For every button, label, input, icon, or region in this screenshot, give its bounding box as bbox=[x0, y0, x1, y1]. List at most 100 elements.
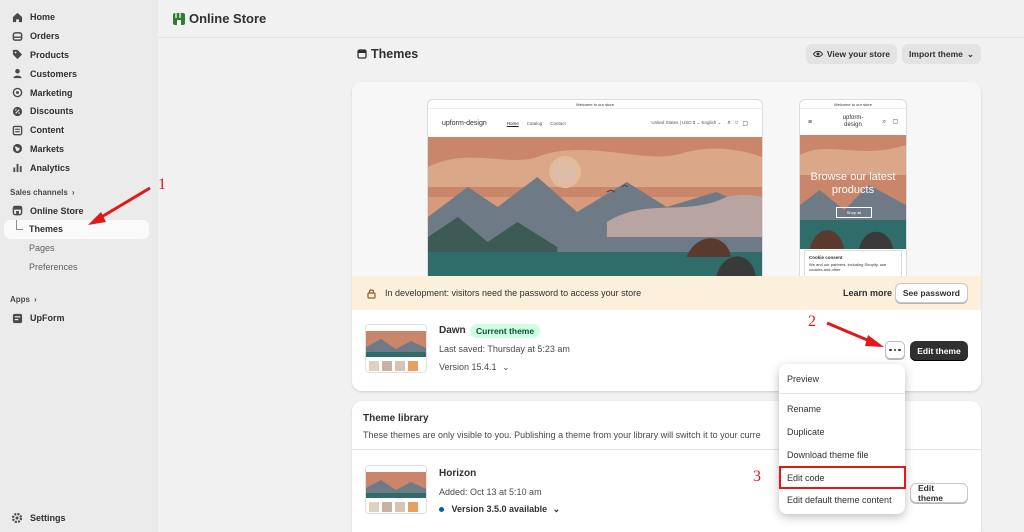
sidebar-item-discounts[interactable]: Discounts bbox=[0, 102, 158, 121]
mobile-logo-line1: upform- bbox=[842, 115, 864, 121]
sidebar-item-settings[interactable]: Settings bbox=[11, 512, 66, 524]
sidebar-item-online-store[interactable]: Online Store bbox=[0, 201, 158, 220]
announcement-bar: Welcome to our store bbox=[428, 100, 762, 109]
sidebar-item-label: Orders bbox=[30, 31, 60, 42]
mobile-store-nav: ≡ upform-design ⌕ ▢ bbox=[800, 109, 906, 135]
sidebar-subitem-preferences[interactable]: Preferences bbox=[0, 258, 158, 277]
sidebar-item-customers[interactable]: Customers bbox=[0, 64, 158, 83]
sidebar-subitem-pages[interactable]: Pages bbox=[0, 239, 158, 258]
theme-icon bbox=[357, 49, 367, 59]
sidebar-item-analytics[interactable]: Analytics bbox=[0, 158, 158, 177]
update-dot-icon bbox=[439, 507, 444, 513]
sidebar: Home Orders Products Customers Marketing… bbox=[0, 0, 158, 532]
annotation-2: 2 bbox=[808, 313, 816, 330]
horizon-edit-theme-button[interactable]: Edit theme bbox=[910, 483, 968, 503]
menu-item-duplicate[interactable]: Duplicate bbox=[787, 427, 825, 437]
menu-item-preview[interactable]: Preview bbox=[787, 374, 819, 384]
sidebar-item-content[interactable]: Content bbox=[0, 121, 158, 140]
see-password-button[interactable]: See password bbox=[894, 283, 968, 303]
cookie-text: We and our partners, including Shopify, … bbox=[809, 262, 887, 272]
tag-icon bbox=[11, 49, 23, 61]
sidebar-item-marketing[interactable]: Marketing bbox=[0, 83, 158, 102]
upform-app-icon bbox=[11, 312, 23, 324]
sidebar-item-label: Content bbox=[30, 125, 64, 136]
horizon-version-text: Version 3.5.0 available bbox=[451, 504, 548, 514]
page-title-text: Themes bbox=[371, 47, 419, 61]
chevron-down-icon: ⌄ bbox=[966, 48, 974, 59]
store-link-catalog: Catalog bbox=[526, 120, 543, 126]
banner-text: In development: visitors need the passwo… bbox=[385, 288, 642, 298]
sidebar-item-label: Home bbox=[30, 12, 56, 23]
sidebar-item-products[interactable]: Products bbox=[0, 46, 158, 65]
sidebar-subitem-themes[interactable]: Themes bbox=[4, 219, 149, 239]
search-icon: ⌕ bbox=[727, 119, 731, 126]
sidebar-item-home[interactable]: Home bbox=[0, 8, 158, 27]
theme-thumbnail[interactable] bbox=[365, 324, 427, 373]
eye-icon bbox=[812, 50, 823, 58]
content-icon bbox=[11, 124, 23, 136]
store-link-home: Home bbox=[506, 120, 519, 126]
view-store-label: View your store bbox=[826, 49, 891, 59]
learn-more-link[interactable]: Learn more bbox=[843, 288, 892, 298]
store-nav: upform-design Home Catalog Contact Unite… bbox=[428, 109, 762, 137]
dev-store-banner: In development: visitors need the passwo… bbox=[352, 276, 981, 310]
horizon-thumbnail[interactable] bbox=[365, 465, 427, 514]
more-actions-button[interactable] bbox=[885, 341, 905, 359]
horizon-theme-name: Horizon bbox=[439, 468, 477, 479]
sidebar-item-label: Discounts bbox=[30, 106, 74, 117]
target-icon bbox=[11, 87, 23, 99]
sidebar-item-upform[interactable]: UpForm bbox=[0, 309, 158, 328]
version-selector[interactable]: Version 15.4.1 ⌄ bbox=[439, 362, 510, 373]
theme-preview-area[interactable]: Welcome to our store upform-design Home … bbox=[352, 82, 981, 276]
sidebar-item-orders[interactable]: Orders bbox=[0, 27, 158, 46]
gear-icon bbox=[11, 512, 23, 524]
view-store-button[interactable]: View your store bbox=[805, 44, 898, 64]
orders-icon bbox=[11, 30, 23, 42]
chevron-down-icon: ⌄ bbox=[552, 504, 561, 514]
sidebar-item-markets[interactable]: Markets bbox=[0, 140, 158, 159]
lock-icon bbox=[367, 288, 376, 299]
edit-theme-button[interactable]: Edit theme bbox=[910, 341, 968, 361]
mobile-shop-all-button: Shop all bbox=[836, 207, 872, 218]
annotation-3: 3 bbox=[753, 468, 761, 485]
last-saved-text: Last saved: Thursday at 5:23 am bbox=[439, 344, 570, 354]
mobile-announcement-bar: Welcome to our store bbox=[800, 100, 906, 109]
mobile-hero-line1: Browse our latest bbox=[810, 171, 896, 183]
header-actions: View your store Import theme ⌄ bbox=[805, 44, 981, 64]
sales-channels-heading[interactable]: Sales channels › bbox=[0, 183, 158, 201]
online-store-icon bbox=[173, 12, 185, 25]
mobile-hero-line2: products bbox=[831, 184, 875, 196]
horizon-added-text: Added: Oct 13 at 5:10 am bbox=[439, 487, 542, 497]
horizon-version-selector[interactable]: Version 3.5.0 available ⌄ bbox=[439, 504, 560, 515]
import-theme-button[interactable]: Import theme ⌄ bbox=[902, 44, 981, 64]
more-actions-menu: Preview Rename Duplicate Download theme … bbox=[779, 364, 905, 514]
settings-label: Settings bbox=[30, 513, 66, 523]
mobile-store-logo: upform-design bbox=[843, 115, 864, 129]
tree-branch-line bbox=[16, 220, 23, 231]
library-description: These themes are only visible to you. Pu… bbox=[363, 430, 761, 440]
dot bbox=[893, 348, 897, 352]
globe-icon bbox=[11, 143, 23, 155]
mobile-search-icon: ⌕ bbox=[882, 118, 886, 125]
edit-code-highlight-box bbox=[779, 466, 906, 489]
store-icon bbox=[11, 205, 23, 217]
store-link-contact: Contact bbox=[550, 120, 566, 126]
menu-item-rename[interactable]: Rename bbox=[787, 404, 821, 414]
chevron-down-icon: ⌄ bbox=[502, 362, 510, 372]
account-icon: ○ bbox=[734, 120, 739, 126]
chevron-right-icon: › bbox=[71, 187, 75, 197]
cookie-consent: Cookie consent We and our partners, incl… bbox=[804, 250, 902, 276]
sidebar-item-label: Customers bbox=[30, 68, 78, 79]
dot bbox=[889, 348, 892, 352]
menu-item-download-theme-file[interactable]: Download theme file bbox=[787, 450, 869, 460]
menu-item-edit-default-theme-content[interactable]: Edit default theme content bbox=[787, 495, 892, 505]
apps-label: Apps bbox=[10, 295, 30, 305]
apps-heading[interactable]: Apps › bbox=[0, 291, 158, 309]
annotation-1: 1 bbox=[158, 176, 166, 193]
mobile-hero: Browse our latest products Shop all bbox=[800, 135, 906, 249]
sidebar-item-label: Markets bbox=[30, 143, 65, 154]
hero-illustration bbox=[428, 137, 762, 276]
sidebar-item-label: Marketing bbox=[30, 87, 73, 98]
menu-divider bbox=[779, 393, 905, 394]
sidebar-subitem-label: Preferences bbox=[29, 262, 78, 273]
